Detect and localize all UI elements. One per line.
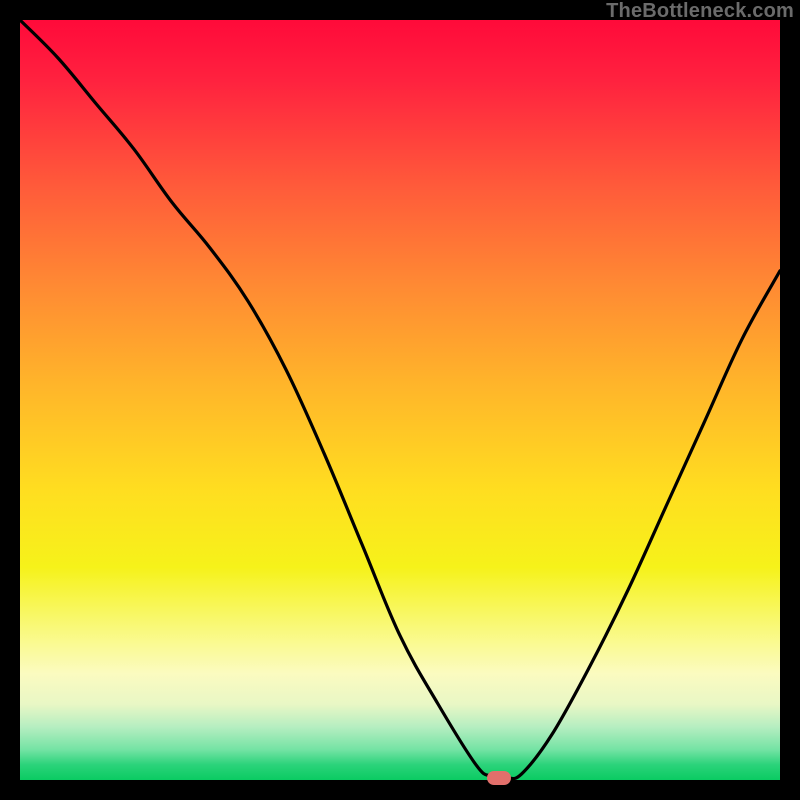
attribution-text: TheBottleneck.com [606, 0, 794, 23]
bottleneck-curve [20, 20, 780, 780]
plot-area [20, 20, 780, 780]
chart-stage: TheBottleneck.com [0, 0, 800, 800]
optimal-marker [487, 771, 511, 785]
